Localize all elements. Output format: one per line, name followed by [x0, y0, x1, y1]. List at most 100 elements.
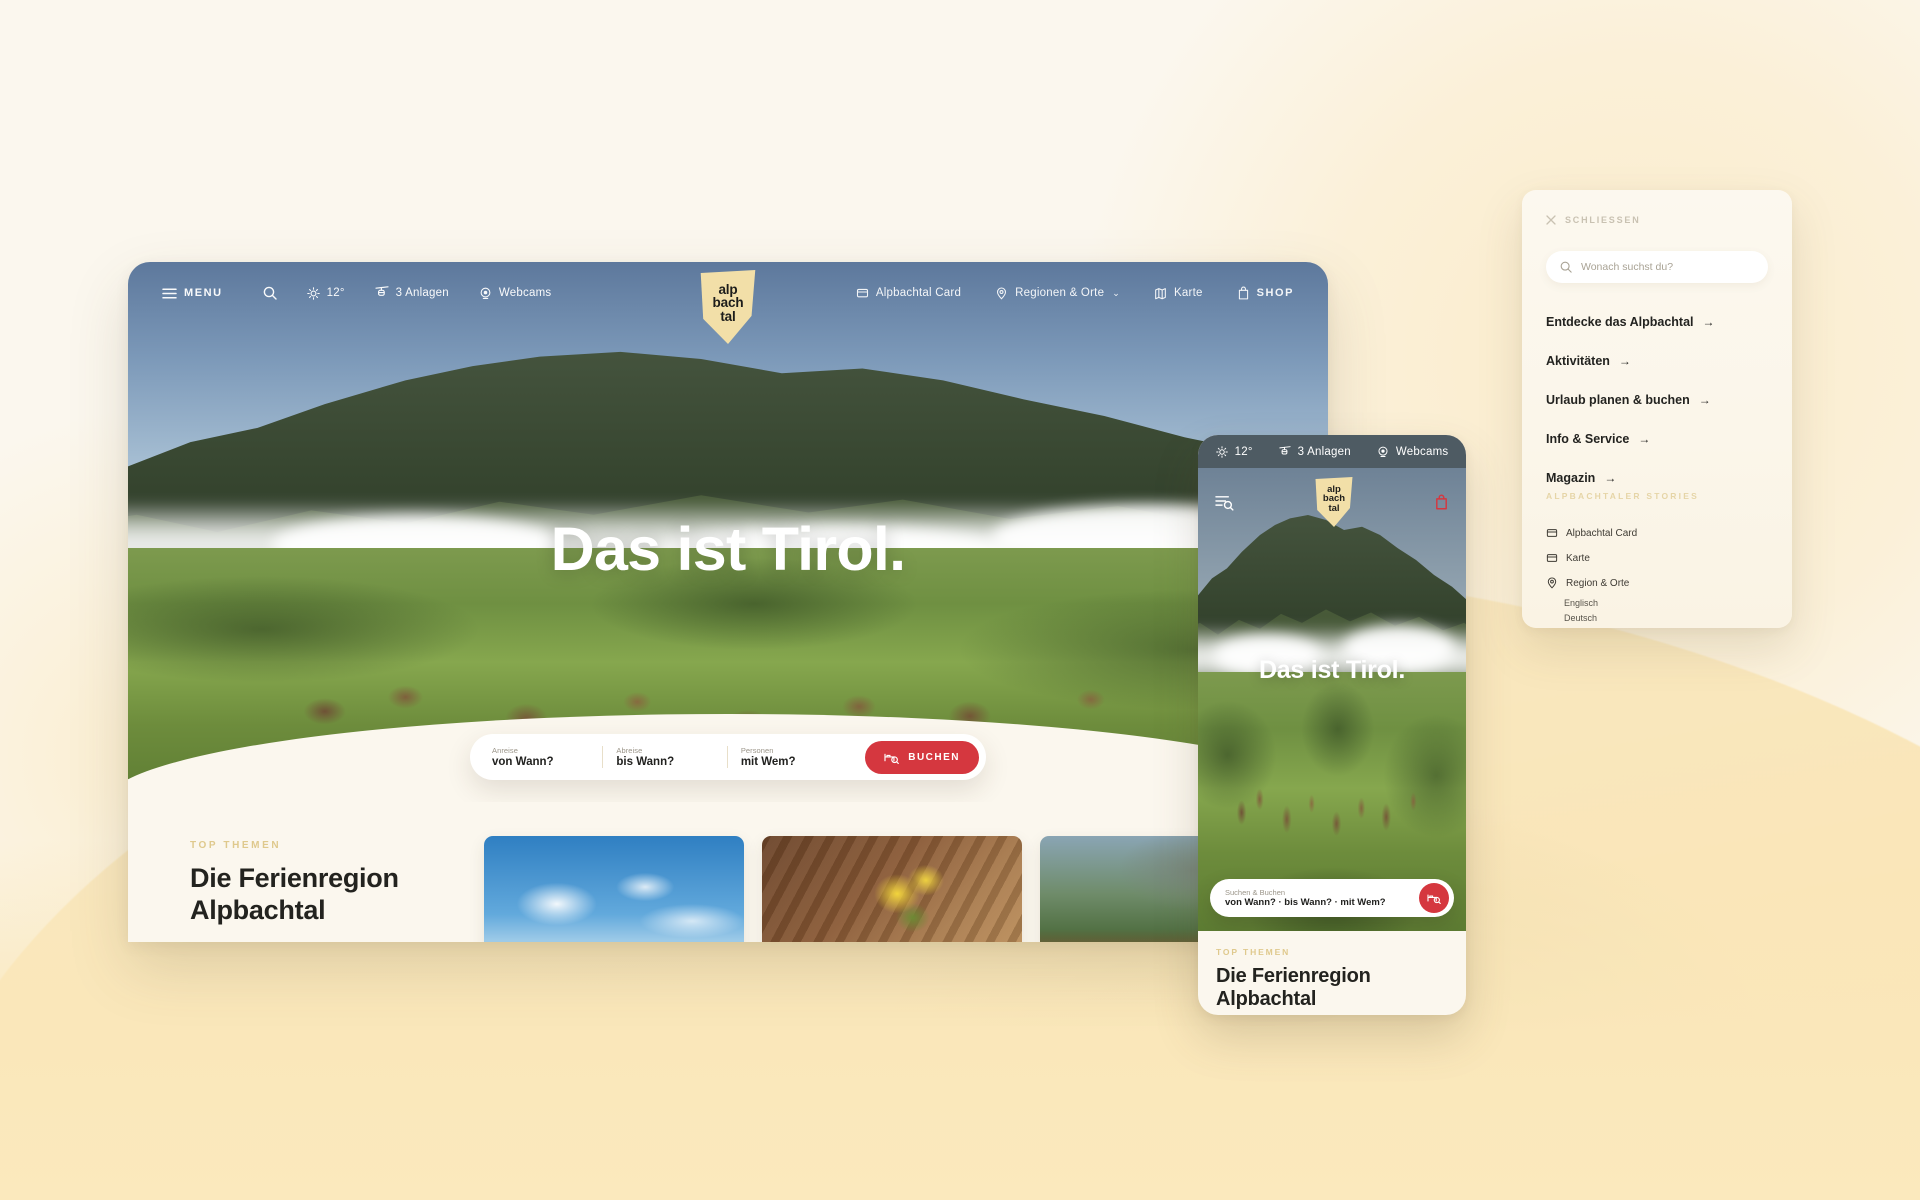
menu-secondary-region-orte-label: Region & Orte [1566, 577, 1630, 589]
menu-item-info-service[interactable]: Info & Service → [1546, 430, 1768, 448]
menu-search-field[interactable] [1546, 251, 1768, 283]
menu-secondary-alpbachtal-card-label: Alpbachtal Card [1566, 527, 1638, 539]
menu-item-aktivitaeten[interactable]: Aktivitäten → [1546, 352, 1768, 370]
mobile-village [1219, 745, 1445, 857]
card-sky-forest[interactable] [484, 836, 744, 942]
mobile-section-title: Die Ferienregion Alpbachtal [1216, 965, 1371, 1011]
pin-icon [1546, 577, 1558, 589]
map-link[interactable]: Karte [1154, 281, 1203, 306]
close-menu-button[interactable]: SCHLIESSEN [1546, 215, 1641, 225]
menu-button-label: MENU [184, 287, 223, 299]
regions-places-dropdown[interactable]: Regionen & Orte ⌄ [995, 281, 1120, 306]
menu-secondary-karte[interactable]: Karte [1546, 552, 1768, 564]
card-icon [856, 287, 869, 300]
menu-item-magazin-label: Magazin [1546, 471, 1596, 485]
gondola-icon [375, 286, 389, 300]
booking-field-arrival[interactable]: Anreise von Wann? [492, 746, 616, 768]
menu-button[interactable]: MENU [162, 281, 263, 305]
booking-arrival-value: von Wann? [492, 756, 554, 768]
booking-departure-label: Abreise [616, 746, 643, 755]
mobile-section-eyebrow: TOP THEMEN [1216, 947, 1291, 957]
menu-secondary-alpbachtal-card[interactable]: Alpbachtal Card [1546, 527, 1768, 539]
menu-item-urlaub-planen[interactable]: Urlaub planen & buchen → [1546, 391, 1768, 409]
search-button[interactable] [263, 280, 307, 306]
lifts-label: 3 Anlagen [395, 287, 449, 299]
hamburger-icon [162, 288, 177, 299]
mobile-weather-indicator[interactable]: 12° [1215, 445, 1253, 458]
menu-secondary-nav: Alpbachtal Card Karte Region & Orte Engl… [1546, 527, 1768, 628]
mobile-hero-title: Das ist Tirol. [1258, 656, 1406, 684]
bag-icon [1237, 286, 1250, 300]
alpbachtal-card-link[interactable]: Alpbachtal Card [856, 281, 961, 306]
booking-departure-value: bis Wann? [616, 756, 675, 768]
section-eyebrow: TOP THEMEN [190, 840, 282, 851]
booking-guests-label: Personen [740, 746, 774, 755]
section-title: Die Ferienregion Alpbachtal [190, 863, 399, 925]
mobile-lifts-label: 3 Anlagen [1297, 445, 1351, 458]
booking-bar: Anreise von Wann? Abreise bis Wann? Pers… [470, 734, 986, 780]
alpbachtal-card-label: Alpbachtal Card [875, 287, 962, 299]
search-icon [1560, 261, 1572, 273]
booking-guests-value: mit Wem? [740, 756, 796, 768]
menu-search-icon[interactable] [1215, 494, 1234, 511]
weather-indicator[interactable]: 12° [306, 281, 375, 306]
menu-secondary-region-orte[interactable]: Region & Orte [1546, 577, 1768, 589]
booking-field-departure[interactable]: Abreise bis Wann? [616, 746, 740, 768]
mobile-mockup: 12° 3 Anlagen Webcams alp bach tal Das i… [1198, 435, 1466, 1015]
card-flowers-table[interactable] [762, 836, 1022, 942]
logo-crest-shape: alp bach tal [700, 270, 756, 344]
webcam-icon [1377, 446, 1389, 458]
mobile-booking-submit-button[interactable] [1419, 883, 1449, 913]
menu-item-magazin-sublabel: ALPBACHTALER STORIES [1546, 491, 1699, 501]
mobile-webcams-label: Webcams [1395, 445, 1449, 458]
menu-language-deutsch[interactable]: Deutsch [1564, 613, 1768, 623]
top-themen-heading-group: TOP THEMEN Die Ferienregion Alpbachtal [190, 836, 458, 926]
map-label: Karte [1174, 287, 1203, 299]
mobile-booking-bar[interactable]: Suchen & Buchen von Wann? · bis Wann? · … [1210, 879, 1454, 917]
weather-temperature: 12° [326, 287, 345, 299]
topnav-right-group: Alpbachtal Card Regionen & Orte ⌄ Karte [822, 280, 1294, 306]
webcams-label: Webcams [498, 287, 552, 299]
bag-icon[interactable] [1434, 494, 1449, 510]
topic-card-list [484, 836, 1300, 942]
webcams-link[interactable]: Webcams [479, 281, 568, 306]
close-menu-label: SCHLIESSEN [1565, 215, 1641, 225]
arrow-right-icon: → [1698, 393, 1711, 407]
desktop-hero: MENU 12° 3 Anlagen Webcams Alpbachtal Ca… [128, 262, 1328, 802]
mobile-booking-text: Suchen & Buchen von Wann? · bis Wann? · … [1225, 888, 1419, 908]
mobile-booking-value: von Wann? · bis Wann? · mit Wem? [1225, 897, 1386, 908]
logo-line-1: alp [718, 281, 738, 297]
lifts-status[interactable]: 3 Anlagen [375, 280, 479, 306]
mobile-hero: alp bach tal Das ist Tirol. Suchen & Buc… [1198, 468, 1466, 931]
mobile-logo-crest-shape: alp bach tal [1315, 477, 1353, 527]
menu-secondary-karte-label: Karte [1566, 552, 1590, 564]
menu-primary-nav: Entdecke das Alpbachtal → Aktivitäten → … [1546, 313, 1768, 501]
menu-item-entdecke-label: Entdecke das Alpbachtal [1546, 315, 1694, 329]
booking-field-guests[interactable]: Personen mit Wem? [741, 746, 865, 768]
mobile-weather-temperature: 12° [1234, 445, 1253, 458]
sun-icon [1215, 445, 1228, 458]
logo-line-3: tal [720, 308, 736, 324]
menu-item-urlaub-planen-label: Urlaub planen & buchen [1546, 393, 1690, 407]
menu-search-input[interactable] [1581, 261, 1754, 273]
mobile-content: TOP THEMEN Die Ferienregion Alpbachtal [1198, 931, 1466, 1011]
mobile-status-bar: 12° 3 Anlagen Webcams [1198, 435, 1466, 468]
mobile-hero-photo [1198, 468, 1466, 931]
desktop-content: TOP THEMEN Die Ferienregion Alpbachtal [128, 802, 1328, 942]
pin-icon [995, 286, 1008, 300]
menu-language-englisch[interactable]: Englisch [1564, 598, 1768, 608]
desktop-mockup: MENU 12° 3 Anlagen Webcams Alpbachtal Ca… [128, 262, 1328, 942]
mobile-logo-line-3: tal [1328, 502, 1340, 514]
booking-submit-button[interactable]: BUCHEN [865, 740, 979, 774]
shop-link[interactable]: SHOP [1237, 280, 1294, 306]
sun-icon [306, 286, 320, 300]
menu-item-entdecke[interactable]: Entdecke das Alpbachtal → [1546, 313, 1768, 331]
mobile-webcams-link[interactable]: Webcams [1377, 446, 1449, 458]
arrow-right-icon: → [1702, 315, 1715, 329]
mobile-top-row: alp bach tal [1198, 477, 1466, 527]
logo-alpbachtal[interactable]: alp bach tal [697, 270, 759, 344]
menu-item-magazin[interactable]: Magazin → ALPBACHTALER STORIES [1546, 469, 1768, 501]
mobile-logo-alpbachtal[interactable]: alp bach tal [1313, 477, 1355, 527]
mobile-lifts-status[interactable]: 3 Anlagen [1279, 446, 1351, 458]
arrow-right-icon: → [1638, 432, 1651, 446]
